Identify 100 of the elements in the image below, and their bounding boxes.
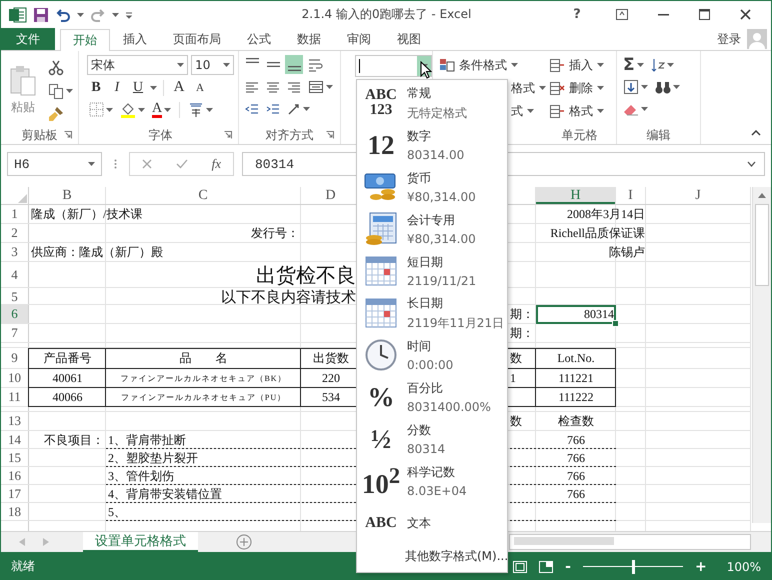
insert-cells-button[interactable]: 插入 [547, 55, 612, 75]
format-glyph-icon: 10$^{2}$ [362, 464, 400, 498]
help-button[interactable]: ? [570, 7, 584, 22]
row-header[interactable]: 1 [1, 205, 28, 223]
font-color-button[interactable]: A [150, 100, 174, 119]
copy-button[interactable] [46, 81, 75, 100]
italic-button[interactable]: I [108, 78, 126, 97]
more-number-formats-link[interactable]: 其他数字格式(M)... [357, 548, 507, 565]
column-header[interactable]: D [301, 187, 360, 204]
row-header[interactable]: 7 [1, 324, 28, 342]
row-header[interactable]: 5 [1, 288, 28, 306]
ribbon-tab[interactable]: 开始 [60, 29, 110, 51]
ribbon-tab[interactable]: 数据 [284, 28, 334, 50]
name-box[interactable]: H6 [7, 152, 102, 176]
row-header[interactable]: 13 [1, 412, 28, 430]
font-size-field[interactable]: 10 [191, 55, 234, 75]
number-format-option[interactable]: 时间 0:00:00 [357, 334, 507, 376]
undo-icon[interactable] [55, 6, 71, 22]
number-format-option[interactable]: 12 数字 80314.00 [357, 124, 507, 166]
row-header[interactable]: 18 [1, 503, 28, 520]
number-format-option[interactable]: 10$^{2}$ 科学记数 8.03E+04 [357, 460, 507, 502]
close-icon[interactable] [740, 9, 751, 20]
increase-font-button[interactable]: A [170, 78, 188, 97]
dialog-launcher-icon[interactable] [224, 131, 232, 139]
conditional-format-icon [439, 58, 455, 72]
number-format-option[interactable]: ABC 123 常规 无特定格式 [357, 82, 507, 124]
format-cells-button[interactable]: 格式 [547, 101, 612, 121]
number-format-option[interactable]: 会计专用 ¥80,314.00 [357, 208, 507, 250]
borders-button[interactable] [87, 100, 115, 119]
expand-chevron-icon[interactable] [747, 161, 756, 167]
underline-button[interactable]: U [129, 78, 147, 97]
row-header[interactable]: 3 [1, 243, 28, 261]
calculator-coins-icon [364, 212, 398, 246]
font-name-field[interactable]: 宋体 [87, 55, 188, 75]
page-break-view-icon[interactable] [539, 560, 554, 572]
row-header[interactable]: 4 [1, 262, 28, 288]
minimize-icon[interactable] [658, 14, 669, 16]
table-cell: 40066 [52, 390, 82, 405]
table-cell: Lot.No. [557, 351, 595, 366]
number-format-option[interactable]: 货币 ¥80,314.00 [357, 166, 507, 208]
row-header[interactable]: 6 [1, 305, 28, 323]
vertical-scrollbar[interactable] [752, 187, 771, 523]
paste-button[interactable]: 粘贴 [5, 63, 41, 118]
row-header[interactable]: 11 [1, 388, 28, 406]
decrease-font-button[interactable]: A [191, 78, 209, 97]
ribbon-tab[interactable]: 页面布局 [160, 28, 234, 50]
number-format-option[interactable]: ½ 分数 80314 [357, 418, 507, 460]
caret-icon [597, 86, 604, 90]
maximize-icon[interactable] [699, 9, 710, 20]
file-tab[interactable]: 文件 [1, 28, 55, 50]
scroll-thumb[interactable] [755, 204, 769, 286]
cell-styles-button[interactable]: 式 [509, 101, 538, 121]
delete-cells-button[interactable]: 删除 [547, 78, 612, 98]
scroll-up-icon[interactable] [758, 193, 766, 198]
add-sheet-icon[interactable] [236, 534, 252, 550]
bold-button[interactable]: B [87, 78, 105, 97]
number-format-option[interactable]: 短日期 2119/11/21 [357, 250, 507, 292]
row-header[interactable]: 17 [1, 485, 28, 502]
insert-function-button[interactable]: fx [212, 156, 222, 172]
row-header[interactable]: 14 [1, 431, 28, 448]
sheet-tab[interactable]: 设置单元格格式 [83, 532, 198, 552]
ribbon-tab[interactable]: 插入 [110, 28, 160, 50]
checkmark-icon[interactable] [176, 159, 188, 169]
dialog-launcher-icon[interactable] [64, 131, 72, 139]
row-header[interactable]: 9 [1, 348, 28, 368]
ribbon-tab[interactable]: 审阅 [334, 28, 384, 50]
save-icon[interactable] [33, 6, 49, 22]
conditional-formatting-button[interactable]: 条件格式 [437, 55, 538, 75]
horizontal-scrollbar[interactable] [509, 534, 751, 550]
zoom-out-button[interactable]: - [565, 558, 571, 574]
number-format-option[interactable]: % 百分比 8031400.00% [357, 376, 507, 418]
column-header[interactable]: C [106, 187, 300, 204]
table-cell: 1 [510, 371, 516, 386]
collapse-ribbon-icon[interactable] [751, 130, 761, 136]
number-format-option[interactable]: ABC 文本 [357, 502, 507, 544]
row-header[interactable]: 15 [1, 449, 28, 466]
column-header[interactable]: J [646, 187, 750, 204]
zoom-in-button[interactable]: + [694, 558, 707, 574]
ribbon-tab[interactable]: 视图 [384, 28, 434, 50]
row-header[interactable]: 2 [1, 224, 28, 242]
customize-toolbar-icon[interactable] [125, 10, 133, 18]
vertical-align-button[interactable] [285, 55, 303, 74]
caret-icon [641, 84, 648, 88]
row-header[interactable]: 16 [1, 467, 28, 484]
ribbon-tab[interactable]: 公式 [234, 28, 284, 50]
column-header[interactable]: H [536, 187, 615, 204]
dialog-launcher-icon[interactable] [326, 131, 334, 139]
caret-icon [673, 84, 680, 88]
format-as-table-button[interactable]: 格式 [509, 78, 538, 98]
number-format-option[interactable]: 长日期 2119年11月21日 [357, 292, 507, 334]
column-header[interactable]: B [29, 187, 105, 204]
sign-in-link[interactable]: 登录 [711, 28, 747, 50]
row-header[interactable]: 10 [1, 369, 28, 387]
autosum-button[interactable]: Σ [621, 55, 646, 74]
page-layout-view-icon[interactable] [513, 560, 528, 572]
column-header[interactable]: I [616, 187, 645, 204]
fill-button[interactable] [621, 77, 650, 96]
table-cell: 出货检不良 [256, 262, 356, 289]
table-cell: 111222 [558, 390, 594, 405]
ribbon-display-icon[interactable] [616, 9, 628, 20]
